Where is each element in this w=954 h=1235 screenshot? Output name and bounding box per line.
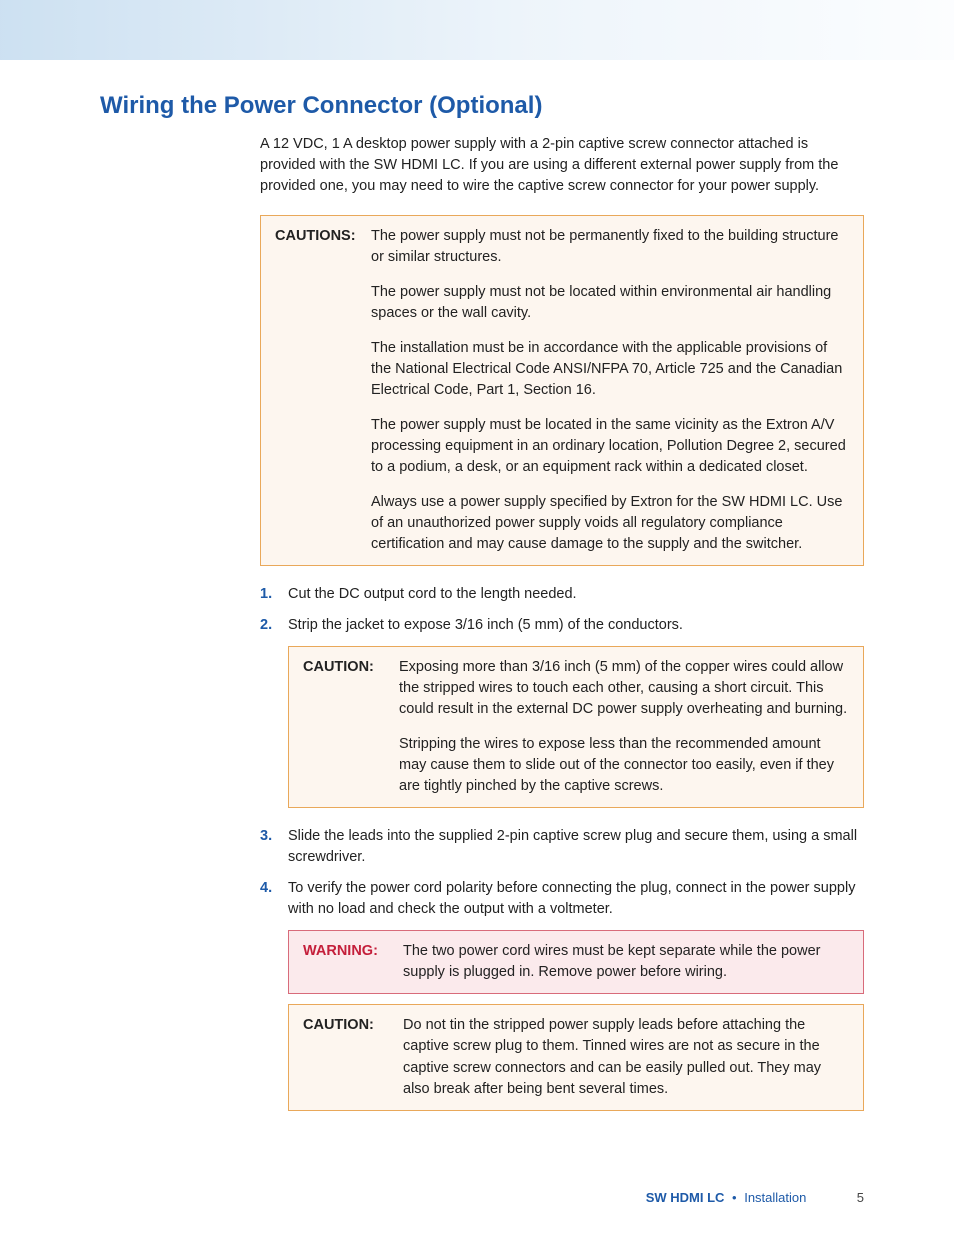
procedure-steps: 1. Cut the DC output cord to the length …	[260, 584, 864, 636]
page-content: Wiring the Power Connector (Optional) A …	[0, 60, 954, 1111]
step-text: Strip the jacket to expose 3/16 inch (5 …	[288, 615, 864, 636]
footer-section: Installation	[744, 1190, 806, 1205]
footer-product: SW HDMI LC	[646, 1190, 725, 1205]
caution-label: CAUTIONS:	[275, 226, 371, 555]
step-number: 3.	[260, 826, 288, 868]
caution-item: Stripping the wires to expose less than …	[399, 734, 849, 797]
step-number: 4.	[260, 878, 288, 920]
page-footer: SW HDMI LC • Installation 5	[646, 1190, 864, 1205]
caution-item: The installation must be in accordance w…	[371, 338, 849, 401]
footer-separator: •	[732, 1190, 737, 1205]
caution-item: The power supply must not be located wit…	[371, 282, 849, 324]
caution-text: Do not tin the stripped power supply lea…	[403, 1015, 849, 1099]
step-number: 2.	[260, 615, 288, 636]
header-gradient-bar	[0, 0, 954, 60]
warning-body: The two power cord wires must be kept se…	[403, 941, 849, 983]
cautions-primary-box: CAUTIONS: The power supply must not be p…	[260, 215, 864, 566]
caution-item: The power supply must not be permanently…	[371, 226, 849, 268]
step-4: 4. To verify the power cord polarity bef…	[260, 878, 864, 920]
warning-label: WARNING:	[303, 941, 403, 983]
section-title: Wiring the Power Connector (Optional)	[100, 92, 864, 120]
warning-box: WARNING: The two power cord wires must b…	[288, 930, 864, 994]
footer-page-number: 5	[838, 1190, 864, 1205]
caution-item: Exposing more than 3/16 inch (5 mm) of t…	[399, 657, 849, 720]
caution-tinning-box: CAUTION: Do not tin the stripped power s…	[288, 1004, 864, 1110]
caution-item: Always use a power supply specified by E…	[371, 492, 849, 555]
step-text: Cut the DC output cord to the length nee…	[288, 584, 864, 605]
step-text: Slide the leads into the supplied 2-pin …	[288, 826, 864, 868]
procedure-steps-continued: 3. Slide the leads into the supplied 2-p…	[260, 826, 864, 920]
step-text: To verify the power cord polarity before…	[288, 878, 864, 920]
step-3: 3. Slide the leads into the supplied 2-p…	[260, 826, 864, 868]
step-1: 1. Cut the DC output cord to the length …	[260, 584, 864, 605]
warning-text: The two power cord wires must be kept se…	[403, 941, 849, 983]
caution-label: CAUTION:	[303, 657, 399, 797]
caution-body: The power supply must not be permanently…	[371, 226, 849, 555]
intro-paragraph: A 12 VDC, 1 A desktop power supply with …	[260, 134, 864, 197]
step-number: 1.	[260, 584, 288, 605]
caution-body: Do not tin the stripped power supply lea…	[403, 1015, 849, 1099]
caution-item: The power supply must be located in the …	[371, 415, 849, 478]
caution-strip-box: CAUTION: Exposing more than 3/16 inch (5…	[288, 646, 864, 808]
caution-label: CAUTION:	[303, 1015, 403, 1099]
caution-body: Exposing more than 3/16 inch (5 mm) of t…	[399, 657, 849, 797]
step-2: 2. Strip the jacket to expose 3/16 inch …	[260, 615, 864, 636]
